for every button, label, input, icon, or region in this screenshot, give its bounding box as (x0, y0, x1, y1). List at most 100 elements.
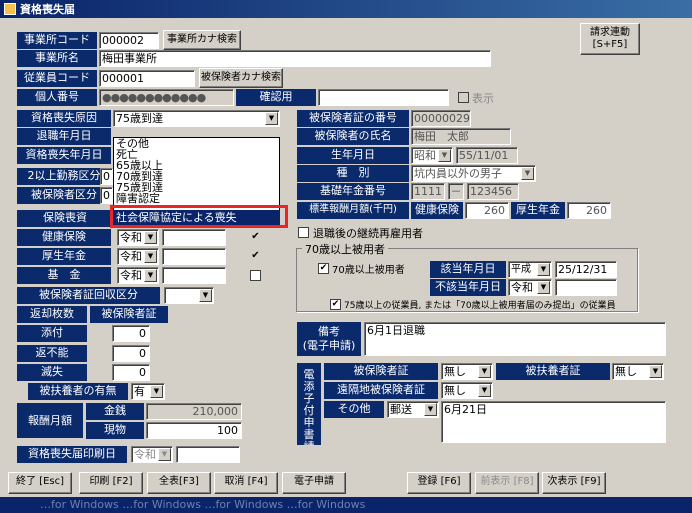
health-check-icon[interactable]: ✔ (250, 232, 261, 243)
health-era-select[interactable]: 令和 ▼ (117, 229, 159, 246)
display-all-button[interactable]: 全表[F3] (147, 472, 211, 494)
applicable-date-input[interactable]: 25/12/31 (555, 261, 617, 278)
request-link-button[interactable]: 請求連動 [S+F5] (580, 23, 640, 55)
std-salary-label: 標準報酬月額(千円) (297, 202, 409, 219)
dropdown-option[interactable]: 障害認定 (116, 193, 279, 204)
era-value: 令和 (120, 250, 142, 263)
cert-collect-select[interactable]: ▼ (164, 287, 214, 304)
chevron-down-icon: ▼ (478, 384, 491, 397)
two-office-input[interactable]: 0 (100, 168, 113, 185)
print-era-select[interactable]: 令和 ▼ (131, 446, 173, 463)
health-ins-input[interactable]: 260 (465, 202, 509, 219)
pension-era-select[interactable]: 令和 ▼ (117, 248, 159, 265)
applicable-date-label: 該当年月日 (430, 261, 506, 278)
print-date-label: 資格喪失届印刷日 (17, 446, 127, 463)
not-applicable-date-input[interactable] (555, 279, 617, 296)
other-value: 郵送 (390, 403, 412, 416)
pension-no-a-input[interactable]: 1111 (411, 183, 445, 200)
e-apply-button[interactable]: 電子申請 (282, 472, 346, 494)
era-value: 令和 (134, 448, 156, 461)
birth-era-select[interactable]: 昭和 ▼ (411, 147, 453, 164)
over70-group-title: 70歳以上被用者 (302, 241, 388, 257)
insured-cert2-value: 無し (444, 365, 466, 378)
dependent-value: 有 (134, 385, 145, 398)
dropdown-option[interactable]: その他 (116, 138, 279, 149)
insured-cert2-select[interactable]: 無し ▼ (441, 363, 493, 380)
pension-label: 厚生年金 (17, 248, 111, 265)
lost-label: 滅失 (17, 364, 87, 381)
other-note-input[interactable]: 6月21日 (441, 401, 666, 443)
cert-no-label: 被保険者証の番号 (297, 110, 409, 127)
applicable-era-select[interactable]: 平成 ▼ (508, 261, 552, 278)
unreturnable-label: 返不能 (17, 345, 87, 362)
office-code-input[interactable]: 000002 (99, 32, 159, 49)
attached-input[interactable]: 0 (112, 325, 150, 342)
health-ins-label: 健康保険 (411, 202, 463, 219)
chevron-down-icon: ▼ (199, 289, 212, 302)
window-titlebar: 資格喪失届 (0, 0, 692, 18)
dependent-select[interactable]: 有 ▼ (131, 383, 165, 400)
rehire-checkbox[interactable] (298, 227, 309, 238)
pension-check-icon[interactable]: ✔ (250, 251, 261, 262)
fund-date-input[interactable] (162, 267, 226, 284)
chevron-down-icon: ▼ (438, 149, 451, 162)
status-bar: …for Windows …for Windows …for Windows …… (0, 497, 692, 513)
type-select[interactable]: 坑内員以外の男子 ▼ (411, 165, 536, 182)
welfare-label: 厚生年金 (511, 202, 565, 219)
cancel-button[interactable]: 取消 [F4] (214, 472, 278, 494)
chevron-down-icon: ▼ (144, 269, 157, 282)
fund-checkbox[interactable] (250, 270, 261, 281)
insured-category-label: 被保険者区分 (17, 187, 111, 204)
office-kana-search-button[interactable]: 事業所カナ検索 (163, 30, 241, 50)
insurance-label: 保険喪資 (17, 210, 113, 227)
retire-date-label: 退職年月日 (17, 128, 111, 145)
show-checkbox[interactable] (458, 92, 469, 103)
cert-no-input[interactable]: 00000029 (411, 110, 471, 127)
remarks-input[interactable]: 6月1日退職 (364, 322, 666, 356)
not-applicable-era-select[interactable]: 令和 ▼ (508, 279, 552, 296)
office-name-label: 事業所名 (17, 50, 97, 67)
reason-label: 資格喪失原因 (17, 110, 111, 127)
fund-label: 基 金 (17, 267, 111, 284)
pension-no-b-input[interactable]: 123456 (467, 183, 519, 200)
insured-kana-search-button[interactable]: 被保険者カナ検索 (199, 68, 283, 88)
show-label: 表示 (472, 92, 494, 105)
personal-no-input[interactable]: ●●●●●●●●●●●● (99, 89, 234, 106)
other-select[interactable]: 郵送 ▼ (387, 401, 439, 418)
chevron-down-icon: ▼ (478, 365, 491, 378)
reason-select[interactable]: 75歳到達 ▼ (113, 110, 280, 127)
birth-label: 生年月日 (297, 147, 409, 164)
end-button[interactable]: 終了 [Esc] (8, 472, 72, 494)
insured-cert2-label: 被保険者証 (324, 363, 438, 380)
confirm-input[interactable] (318, 89, 449, 106)
employee-code-input[interactable]: 000001 (99, 70, 195, 87)
over70-label: 70歳以上被用者 (332, 265, 405, 276)
fund-era-select[interactable]: 令和 ▼ (117, 267, 159, 284)
attachments-side-label: 電添子付申書請類 (297, 363, 321, 445)
reason-select-value: 75歳到達 (116, 112, 163, 125)
chevron-down-icon: ▼ (521, 167, 534, 180)
prev-button[interactable]: 前表示 [F8] (475, 472, 539, 494)
pension-date-input[interactable] (162, 248, 226, 265)
unreturnable-input[interactable]: 0 (112, 345, 150, 362)
remote-cert-value: 無し (444, 384, 466, 397)
welfare-input[interactable]: 260 (567, 202, 611, 219)
insured-name-input[interactable]: 梅田 太郎 (411, 128, 511, 145)
over70-note-checkbox[interactable]: ✔ (330, 299, 341, 310)
health-date-input[interactable] (162, 229, 226, 246)
next-button[interactable]: 次表示 [F9] (542, 472, 606, 494)
register-button[interactable]: 登録 [F6] (407, 472, 471, 494)
lost-input[interactable]: 0 (112, 364, 150, 381)
over70-checkbox[interactable]: ✔ (318, 263, 329, 274)
office-name-input[interactable]: 梅田事業所 (99, 50, 491, 67)
print-date-input[interactable] (176, 446, 240, 463)
birth-date-input[interactable]: 55/11/01 (456, 147, 518, 164)
goods-input[interactable]: 100 (146, 422, 242, 439)
remote-cert-select[interactable]: 無し ▼ (441, 382, 493, 399)
pension-no-label: 基礎年金番号 (297, 183, 409, 200)
dependent-cert-select[interactable]: 無し ▼ (612, 363, 664, 380)
print-button[interactable]: 印刷 [F2] (79, 472, 143, 494)
health-insurance-label: 健康保険 (17, 229, 111, 246)
money-input[interactable]: 210,000 (146, 403, 242, 420)
insured-category-input[interactable]: 0 (100, 187, 113, 204)
